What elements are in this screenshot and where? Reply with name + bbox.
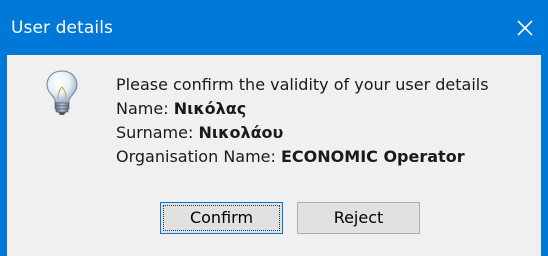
message-area: Please confirm the validity of your user… xyxy=(116,73,489,169)
confirmation-message: Please confirm the validity of your user… xyxy=(116,75,489,94)
surname-row: Surname: Νικολάου xyxy=(116,121,489,145)
lightbulb-icon xyxy=(46,70,78,115)
close-button[interactable] xyxy=(502,0,548,55)
reject-button-label: Reject xyxy=(333,208,384,227)
surname-value: Νικολάου xyxy=(198,123,284,142)
organisation-row: Organisation Name: ECONOMIC Operator xyxy=(116,145,489,169)
title-bar[interactable]: User details xyxy=(0,0,548,55)
organisation-value: ECONOMIC Operator xyxy=(281,147,465,166)
surname-label: Surname: xyxy=(116,123,194,142)
focus-ring xyxy=(163,205,280,231)
name-value: Νικόλας xyxy=(173,99,247,118)
name-label: Name: xyxy=(116,99,169,118)
reject-button[interactable]: Reject xyxy=(297,202,420,234)
window-title: User details xyxy=(11,18,113,38)
organisation-label: Organisation Name: xyxy=(116,147,276,166)
close-icon xyxy=(517,20,533,36)
name-row: Name: Νικόλας xyxy=(116,97,489,121)
user-details-dialog: User details Please confirm the validity… xyxy=(0,0,548,256)
confirm-button[interactable]: Confirm xyxy=(160,202,283,234)
